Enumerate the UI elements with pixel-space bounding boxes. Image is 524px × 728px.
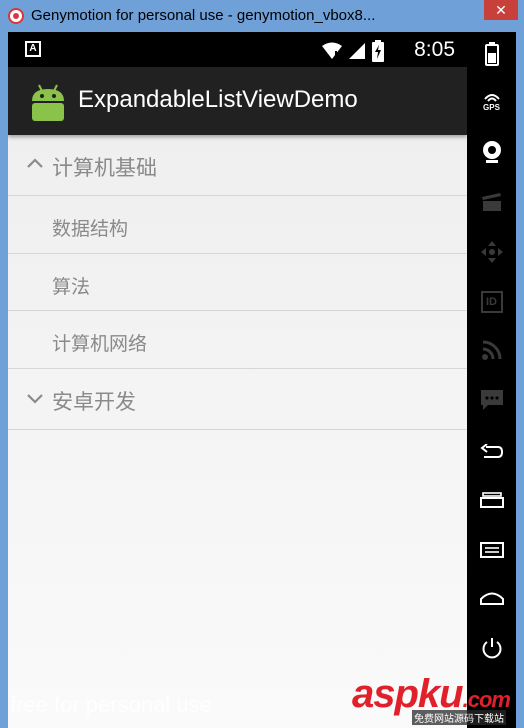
dpad-icon — [480, 241, 503, 263]
recent-apps-icon — [479, 492, 504, 508]
child-item-data-structures[interactable]: 数据结构 — [8, 196, 467, 254]
battery-charging-icon — [372, 40, 384, 62]
status-bar: A 8:05 — [8, 32, 467, 67]
sms-button[interactable] — [467, 380, 516, 420]
clapperboard-icon — [481, 193, 501, 211]
rss-icon — [481, 340, 501, 360]
child-item-computer-networks[interactable]: 计算机网络 — [8, 311, 467, 369]
wifi-icon — [322, 42, 342, 59]
window-title: Genymotion for personal use - genymotion… — [31, 7, 376, 24]
gps-icon: GPS — [483, 93, 501, 112]
home-icon — [479, 592, 504, 605]
expandable-list: 计算机基础 数据结构 算法 计算机网络 安卓开发 — [8, 135, 467, 728]
aspku-subtitle: 免费网站源码下载站 — [412, 710, 506, 725]
device-id-button[interactable]: ID — [467, 282, 516, 322]
message-icon — [480, 390, 503, 410]
id-icon: ID — [480, 291, 503, 313]
android-logo-icon — [32, 84, 64, 121]
chevron-down-icon — [27, 394, 43, 404]
battery-button[interactable] — [467, 34, 516, 74]
aspku-tld: .com — [462, 687, 511, 712]
status-icons — [321, 40, 385, 62]
power-icon — [482, 638, 501, 659]
battery-icon — [484, 42, 499, 66]
power-button[interactable] — [467, 628, 516, 668]
gps-button[interactable]: GPS — [467, 82, 516, 122]
home-button[interactable] — [467, 578, 516, 618]
window-border-left — [0, 32, 8, 728]
child-label: 计算机网络 — [52, 334, 148, 355]
side-panel-border — [516, 32, 524, 728]
genymotion-app-icon — [8, 8, 24, 24]
child-item-algorithms[interactable]: 算法 — [8, 254, 467, 311]
window-titlebar: Genymotion for personal use - genymotion… — [0, 0, 524, 32]
group-label: 计算机基础 — [52, 157, 157, 180]
group-label: 安卓开发 — [52, 391, 136, 414]
group-item-computer-basics[interactable]: 计算机基础 — [8, 135, 467, 196]
genymotion-side-panel: GPS ID — [467, 32, 524, 728]
signal-icon — [349, 43, 365, 59]
menu-button[interactable] — [467, 530, 516, 570]
gps-label: GPS — [483, 102, 500, 112]
back-icon — [479, 444, 503, 458]
notification-icon: A — [25, 41, 41, 57]
webcam-button[interactable] — [467, 132, 516, 172]
close-button[interactable]: ✕ — [484, 0, 518, 20]
dpad-button[interactable] — [467, 232, 516, 272]
menu-icon — [479, 542, 504, 558]
group-item-android-dev[interactable]: 安卓开发 — [8, 369, 467, 430]
device-screen: A 8:05 ExpandableListViewDemo 计算机基础 数据结构… — [8, 32, 467, 728]
back-button[interactable] — [467, 432, 516, 472]
clock: 8:05 — [414, 38, 455, 61]
recent-apps-button[interactable] — [467, 480, 516, 520]
network-button[interactable] — [467, 330, 516, 370]
webcam-icon — [482, 141, 501, 163]
child-label: 数据结构 — [52, 219, 129, 240]
gps-signal-icon — [483, 93, 500, 102]
chevron-up-icon — [27, 158, 43, 168]
child-label: 算法 — [52, 277, 91, 298]
screencast-button[interactable] — [467, 182, 516, 222]
action-bar: ExpandableListViewDemo — [8, 67, 467, 135]
personal-use-watermark: free for personal use — [10, 692, 212, 717]
app-title: ExpandableListViewDemo — [78, 86, 358, 113]
